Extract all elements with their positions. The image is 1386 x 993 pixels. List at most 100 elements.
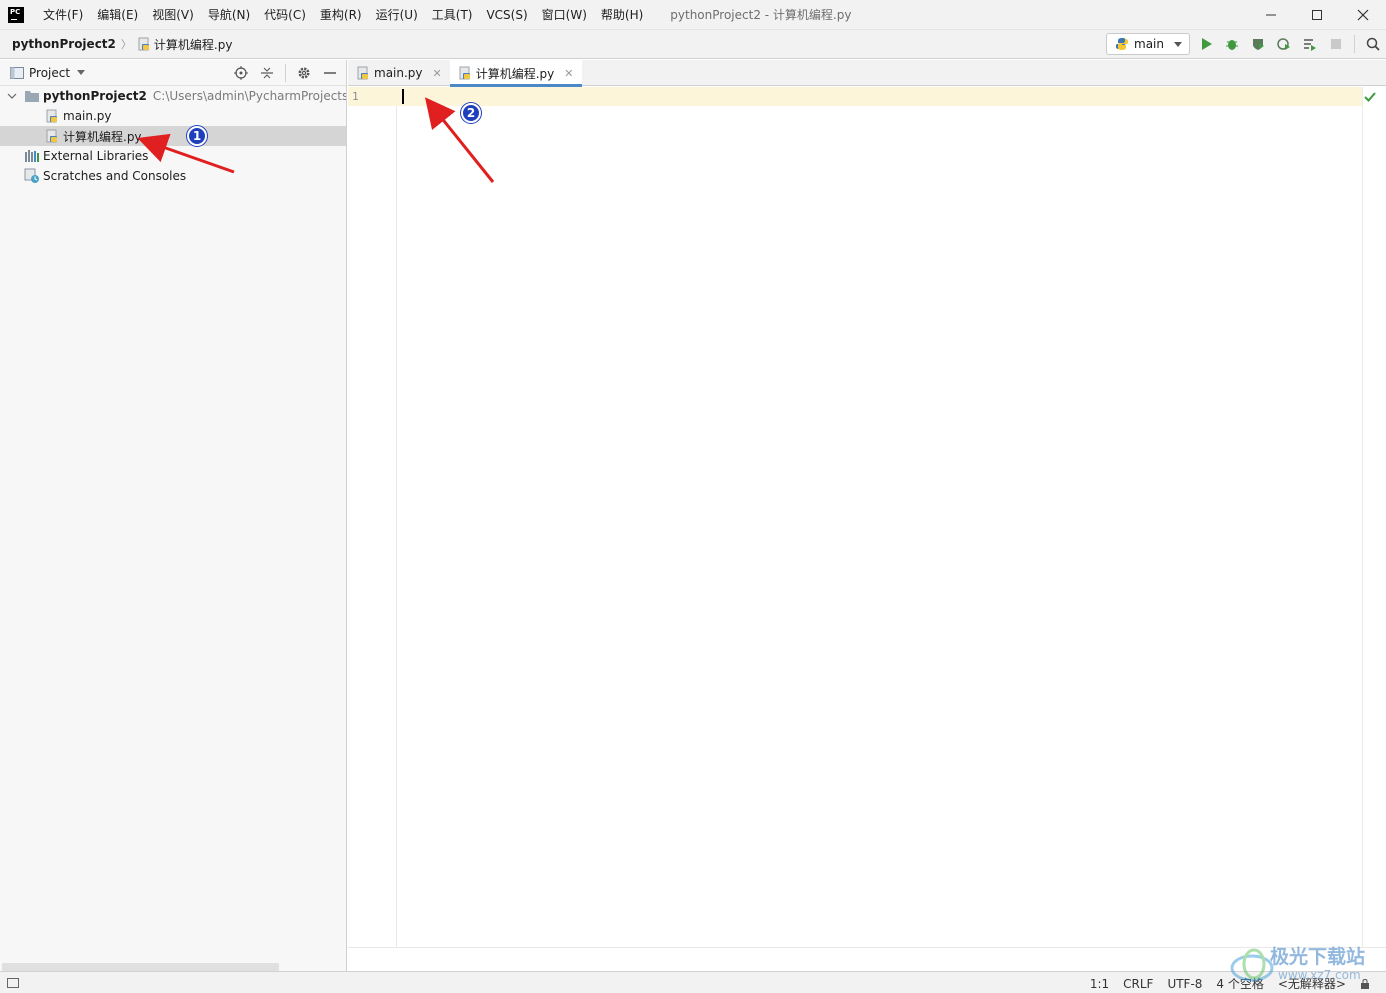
project-root-name: pythonProject2 — [43, 89, 147, 103]
minimize-button[interactable] — [1248, 0, 1294, 30]
tree-file-label: 计算机编程.py — [63, 129, 142, 144]
pycharm-logo-icon: PC — [8, 6, 24, 23]
project-panel-header: Project — [0, 60, 346, 86]
stop-button[interactable] — [1326, 34, 1346, 54]
editor-right-margin — [1362, 87, 1363, 947]
watermark-logo: 极光下载站 www.xz7.com — [1230, 940, 1380, 992]
tree-scratches-label: Scratches and Consoles — [43, 169, 187, 183]
menu-vcs[interactable]: VCS(S) — [479, 0, 534, 30]
run-config-label: main — [1134, 37, 1164, 51]
collapse-icon — [261, 67, 273, 79]
watermark-url: www.xz7.com — [1278, 968, 1361, 982]
project-panel-actions — [231, 63, 340, 83]
run-concurrency-button[interactable] — [1300, 34, 1320, 54]
panel-settings-button[interactable] — [294, 63, 314, 83]
python-file-icon — [459, 66, 470, 80]
close-tab-icon[interactable]: ✕ — [564, 67, 573, 80]
play-icon — [1202, 38, 1212, 50]
close-tab-icon[interactable]: ✕ — [433, 67, 442, 80]
annotation-badge-2: 2 — [461, 103, 481, 123]
profile-button[interactable] — [1274, 34, 1294, 54]
status-bar: 1:1 CRLF UTF-8 4 个空格 <无解释器> — [0, 971, 1386, 993]
run-button[interactable] — [1196, 34, 1216, 54]
navigation-bar: pythonProject2 〉 计算机编程.py main — [0, 30, 1386, 59]
tree-row-scratches[interactable]: Scratches and Consoles — [0, 166, 346, 186]
watermark-swirl-icon — [1230, 948, 1274, 982]
menu-bar: 文件(F) 编辑(E) 视图(V) 导航(N) 代码(C) 重构(R) 运行(U… — [36, 0, 650, 30]
coverage-icon — [1253, 39, 1264, 50]
maximize-icon — [1312, 10, 1322, 20]
tree-row-external-libraries[interactable]: External Libraries — [0, 146, 346, 166]
library-icon — [24, 148, 40, 164]
current-line-highlight — [348, 87, 1362, 106]
window-controls — [1248, 0, 1386, 30]
breadcrumb-separator-icon: 〉 — [120, 38, 132, 51]
scratches-icon — [24, 168, 40, 184]
horizontal-scrollbar[interactable] — [2, 963, 279, 971]
menu-window[interactable]: 窗口(W) — [535, 0, 594, 30]
menu-edit[interactable]: 编辑(E) — [90, 0, 145, 30]
folder-icon — [24, 88, 40, 104]
menu-help[interactable]: 帮助(H) — [594, 0, 650, 30]
menu-navigate[interactable]: 导航(N) — [201, 0, 257, 30]
breadcrumb-project[interactable]: pythonProject2 — [12, 37, 116, 51]
tab-jisuanji-py[interactable]: 计算机编程.py ✕ — [449, 60, 582, 87]
bug-icon — [1226, 40, 1238, 50]
text-cursor — [402, 89, 404, 104]
project-root-path: C:\Users\admin\PycharmProjects\p — [152, 89, 346, 103]
tab-main-py[interactable]: main.py ✕ — [348, 60, 450, 86]
menu-view[interactable]: 视图(V) — [145, 0, 201, 30]
search-everywhere-button[interactable] — [1363, 34, 1383, 54]
code-editor[interactable]: 1 — [348, 87, 1386, 947]
crosshair-icon — [234, 66, 248, 80]
project-tool-window: Project pythonProject2 C:\Users\admin\Py… — [0, 60, 347, 971]
collapse-all-button[interactable] — [257, 63, 277, 83]
project-view-selector[interactable]: Project — [29, 66, 70, 80]
caret-position[interactable]: 1:1 — [1090, 977, 1109, 991]
minimize-icon — [1266, 14, 1276, 16]
tree-row-jisuanji-py[interactable]: 计算机编程.py — [0, 126, 346, 146]
stop-icon — [1331, 39, 1341, 49]
concurrency-icon — [1304, 39, 1316, 51]
run-config-selector[interactable]: main — [1106, 33, 1190, 55]
python-icon — [1116, 38, 1128, 50]
coverage-button[interactable] — [1248, 34, 1268, 54]
tree-file-label: main.py — [63, 109, 112, 123]
tree-row-main-py[interactable]: main.py — [0, 106, 346, 126]
file-encoding[interactable]: UTF-8 — [1167, 977, 1202, 991]
tab-label: main.py — [374, 66, 423, 80]
maximize-button[interactable] — [1294, 0, 1340, 30]
chevron-down-icon[interactable] — [7, 91, 17, 101]
minimize-icon — [324, 72, 336, 74]
menu-code[interactable]: 代码(C) — [257, 0, 313, 30]
tool-windows-toggle-icon[interactable] — [7, 977, 19, 988]
run-toolbar — [1196, 34, 1383, 54]
menu-refactor[interactable]: 重构(R) — [313, 0, 369, 30]
close-icon — [1357, 9, 1369, 21]
chevron-down-icon — [1174, 42, 1182, 47]
python-file-icon — [138, 37, 149, 51]
window-title: pythonProject2 - 计算机编程.py — [670, 8, 852, 22]
chevron-down-icon[interactable] — [77, 70, 86, 75]
python-file-icon — [44, 128, 60, 144]
hide-panel-button[interactable] — [320, 63, 340, 83]
close-window-button[interactable] — [1340, 0, 1386, 30]
breadcrumb-file[interactable]: 计算机编程.py — [137, 36, 233, 53]
tree-external-libraries-label: External Libraries — [43, 149, 149, 163]
menu-tools[interactable]: 工具(T) — [425, 0, 480, 30]
editor-gutter: 1 — [348, 87, 397, 947]
toolbar-divider — [1354, 35, 1355, 53]
no-problems-check-icon[interactable] — [1364, 91, 1376, 106]
menu-file[interactable]: 文件(F) — [36, 0, 90, 30]
locate-file-button[interactable] — [231, 63, 251, 83]
breadcrumb-file-label: 计算机编程.py — [153, 37, 233, 52]
gear-icon — [298, 67, 310, 79]
menu-run[interactable]: 运行(U) — [369, 0, 425, 30]
tab-label: 计算机编程.py — [475, 66, 555, 81]
annotation-badge-1: 1 — [187, 126, 207, 146]
project-tree: pythonProject2 C:\Users\admin\PycharmPro… — [0, 86, 346, 186]
tree-row-project-root[interactable]: pythonProject2 C:\Users\admin\PycharmPro… — [0, 86, 346, 106]
debug-button[interactable] — [1222, 34, 1242, 54]
search-icon — [1366, 37, 1380, 51]
line-separator[interactable]: CRLF — [1123, 977, 1153, 991]
